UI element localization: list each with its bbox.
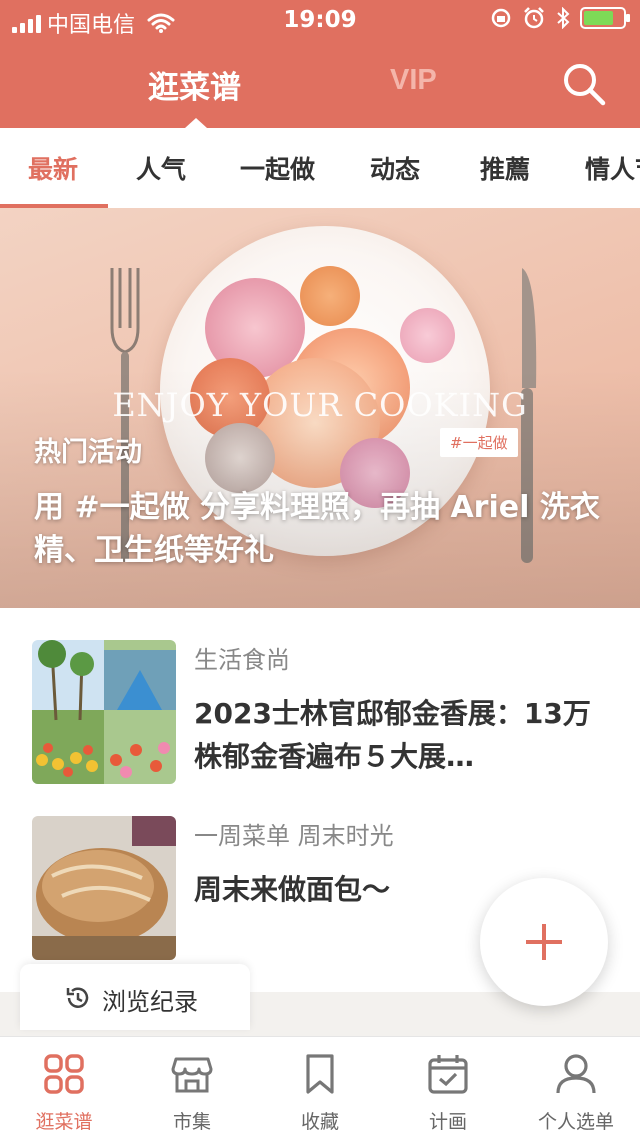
user-icon (556, 1054, 596, 1094)
bottom-tab-bar: 逛菜谱 市集 收藏 计画 个人选单 (0, 1036, 640, 1136)
history-button[interactable]: 浏览纪录 (20, 964, 250, 1030)
alarm-icon (524, 7, 544, 29)
bookmark-icon (306, 1054, 334, 1094)
article-thumbnail (32, 816, 176, 960)
tabbar-label: 市集 (172, 1111, 211, 1133)
banner-title: 用 #一起做 分享料理照，再抽 Ariel 洗衣精、卫生纸等好礼 (34, 490, 600, 568)
banner-label: 热门活动 (34, 437, 142, 468)
status-bar: 中国电信 19:09 (0, 0, 640, 40)
history-label: 浏览纪录 (102, 988, 198, 1016)
plus-icon-stroke (542, 924, 546, 960)
app-header: 中国电信 19:09 逛菜谱 VIP (0, 0, 640, 128)
store-icon (171, 1057, 213, 1093)
banner-overlay-text: ENJOY YOUR COOKING (112, 386, 528, 424)
article-category: 一周菜单 周末时光 (194, 822, 394, 850)
category-tab-activity[interactable]: 动态 (370, 150, 420, 186)
category-tab-recommended[interactable]: 推薦 (480, 150, 530, 186)
rotation-lock-icon (491, 8, 511, 28)
calendar-check-icon (428, 1055, 468, 1094)
tabbar-label: 计画 (428, 1111, 467, 1133)
tabbar-item-browse[interactable]: 逛菜谱 (0, 1037, 128, 1136)
tab-vip[interactable]: VIP (390, 64, 437, 97)
battery-icon (580, 7, 630, 29)
active-tab-indicator (185, 118, 207, 128)
article-thumbnail (32, 640, 176, 784)
article-category: 生活食尚 (194, 646, 290, 674)
category-tab-cook-together[interactable]: 一起做 (240, 150, 315, 186)
grid-icon (44, 1054, 84, 1094)
featured-banner[interactable]: ENJOY YOUR COOKING #一起做 热门活动 用 #一起做 分享料理… (0, 208, 640, 608)
tabbar-label: 逛菜谱 (35, 1111, 93, 1133)
tabbar-item-plan[interactable]: 计画 (384, 1037, 512, 1136)
article-title: 2023士林官邸郁金香展：13万株郁金香遍布５大展… (194, 697, 591, 773)
tabbar-item-profile[interactable]: 个人选单 (512, 1037, 640, 1136)
add-button[interactable] (480, 878, 608, 1006)
category-tab-latest[interactable]: 最新 (28, 150, 78, 186)
tabbar-item-market[interactable]: 市集 (128, 1037, 256, 1136)
tabbar-label: 个人选单 (537, 1111, 614, 1133)
bluetooth-icon (557, 7, 570, 29)
banner-tag[interactable]: #一起做 (440, 428, 518, 457)
tabbar-item-favorites[interactable]: 收藏 (256, 1037, 384, 1136)
category-tab-popular[interactable]: 人气 (136, 150, 186, 186)
tab-browse-recipes[interactable]: 逛菜谱 (148, 62, 241, 107)
category-tabs: 最新 人气 一起做 动态 推薦 情人节 (0, 128, 640, 208)
category-tab-valentines[interactable]: 情人节 (585, 150, 640, 186)
history-icon (66, 987, 89, 1008)
search-icon[interactable] (560, 60, 608, 108)
list-item[interactable]: 生活食尚 2023士林官邸郁金香展：13万株郁金香遍布５大展… (0, 608, 640, 784)
tabbar-label: 收藏 (300, 1111, 339, 1133)
